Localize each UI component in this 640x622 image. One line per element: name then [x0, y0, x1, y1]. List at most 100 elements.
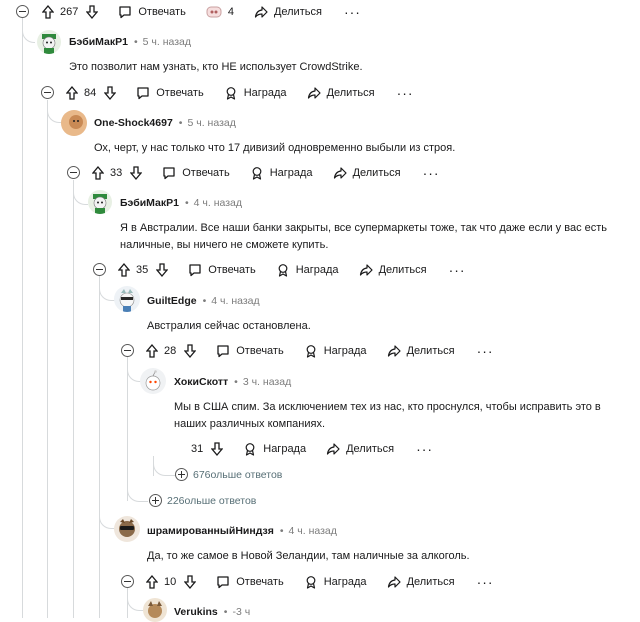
award-button[interactable]: Награда [304, 344, 367, 358]
avatar[interactable] [37, 30, 61, 54]
share-button[interactable]: Делиться [387, 575, 455, 589]
username[interactable]: One-Shock4697 [94, 117, 173, 129]
username[interactable]: GuiltEdge [147, 295, 197, 307]
award-button[interactable]: Награда [250, 166, 313, 180]
score: 33 [110, 167, 123, 179]
share-label: Делиться [273, 6, 322, 18]
reply-button[interactable]: Отвечать [216, 575, 284, 589]
award-button[interactable]: Награда [276, 263, 339, 277]
share-icon [359, 264, 373, 276]
comment-header: шрамированныйНиндзя • 4 ч. назад [147, 525, 337, 537]
avatar[interactable] [61, 110, 87, 136]
downvote-icon [211, 442, 224, 456]
more-options-button[interactable]: ··· [344, 4, 361, 20]
award-button[interactable]: Награда [224, 86, 287, 100]
timestamp: -3 ч [232, 606, 251, 618]
award-button[interactable]: Награда [243, 442, 306, 456]
more-options-button[interactable]: ··· [423, 165, 440, 181]
upvote-button[interactable] [146, 575, 158, 589]
comment-header: GuiltEdge • 4 ч. назад [147, 295, 260, 307]
snoo-avatar-icon [148, 601, 162, 618]
username[interactable]: шрамированныйНиндзя [147, 525, 274, 537]
reply-button[interactable]: Отвечать [162, 166, 230, 180]
share-button[interactable]: Делиться [359, 263, 427, 277]
downvote-icon [156, 263, 169, 277]
more-options-button[interactable]: ··· [449, 262, 466, 278]
upvote-button[interactable] [66, 86, 78, 100]
timestamp: 4 ч. назад [288, 525, 337, 537]
award-badge-icon [206, 6, 222, 18]
more-options-button[interactable]: ··· [397, 85, 414, 101]
action-bar: 84 Отвечать Награда Делиться ··· [66, 83, 414, 103]
more-replies-link[interactable]: 226ольше ответов [167, 495, 256, 507]
separator-dot: • [279, 525, 284, 537]
thread-curve-1 [22, 30, 35, 43]
reply-label: Отвечать [156, 87, 204, 99]
separator-dot: • [184, 197, 189, 209]
downvote-icon [184, 344, 197, 358]
upvote-button[interactable] [118, 263, 130, 277]
upvote-button[interactable] [146, 344, 158, 358]
action-bar: 10 Отвечать Награда Делиться ··· [146, 572, 494, 592]
downvote-icon [86, 5, 99, 19]
snoo-avatar-icon [42, 34, 56, 54]
reply-button[interactable]: Отвечать [188, 263, 256, 277]
collapse-button[interactable] [121, 344, 134, 357]
action-bar: 31 Награда Делиться ··· [173, 439, 433, 459]
share-button[interactable]: Делиться [333, 166, 401, 180]
more-options-button[interactable]: ··· [477, 574, 494, 590]
reply-button[interactable]: Отвечать [118, 5, 186, 19]
downvote-button[interactable] [86, 5, 99, 19]
share-button[interactable]: Делиться [326, 442, 394, 456]
reply-label: Отвечать [236, 345, 284, 357]
more-options-button[interactable]: ··· [477, 343, 494, 359]
downvote-button[interactable] [156, 263, 169, 277]
thread-curve-2 [47, 110, 62, 123]
award-button[interactable]: Награда [304, 575, 367, 589]
more-options-button[interactable]: ··· [416, 441, 433, 457]
collapse-button[interactable] [67, 166, 80, 179]
reply-icon [189, 264, 201, 277]
award-label: Награда [269, 167, 313, 179]
avatar[interactable] [140, 368, 166, 394]
comment-text: Ох, черт, у нас только что 17 дивизий од… [94, 142, 456, 154]
downvote-icon [184, 575, 197, 589]
reply-label: Отвечать [138, 6, 186, 18]
upvote-icon [66, 86, 78, 100]
expand-replies-icon[interactable] [175, 468, 188, 481]
downvote-button[interactable] [184, 575, 197, 589]
downvote-button[interactable] [211, 442, 224, 456]
expand-replies-icon[interactable] [149, 494, 162, 507]
more-replies-link[interactable]: 676ольше ответов [193, 469, 282, 481]
reply-label: Отвечать [182, 167, 230, 179]
downvote-button[interactable] [104, 86, 117, 100]
award-button[interactable]: 4 [206, 5, 234, 19]
collapse-button[interactable] [93, 263, 106, 276]
share-button[interactable]: Делиться [254, 5, 322, 19]
avatar[interactable] [88, 190, 112, 214]
snoo-avatar-icon [61, 110, 87, 136]
downvote-button[interactable] [130, 166, 143, 180]
share-label: Делиться [406, 345, 455, 357]
upvote-button[interactable] [92, 166, 104, 180]
comment-header: Verukins • -3 ч [174, 606, 250, 618]
share-button[interactable]: Делиться [387, 344, 455, 358]
collapse-button[interactable] [41, 86, 54, 99]
share-label: Делиться [346, 443, 395, 455]
avatar[interactable] [114, 286, 140, 312]
username[interactable]: БэбиМакР1 [69, 36, 128, 48]
upvote-button[interactable] [42, 5, 54, 19]
reply-button[interactable]: Отвечать [136, 86, 204, 100]
share-icon [307, 87, 321, 99]
collapse-button[interactable] [16, 5, 29, 18]
username[interactable]: Verukins [174, 606, 218, 618]
username[interactable]: ХокиСкотт [174, 376, 228, 388]
share-button[interactable]: Делиться [307, 86, 375, 100]
reply-button[interactable]: Отвечать [216, 344, 284, 358]
downvote-button[interactable] [184, 344, 197, 358]
avatar[interactable] [143, 598, 167, 622]
comment-text: Это позволит нам узнать, кто НЕ использу… [69, 61, 363, 73]
username[interactable]: БэбиМакР1 [120, 197, 179, 209]
avatar[interactable] [114, 516, 140, 542]
collapse-button[interactable] [121, 575, 134, 588]
